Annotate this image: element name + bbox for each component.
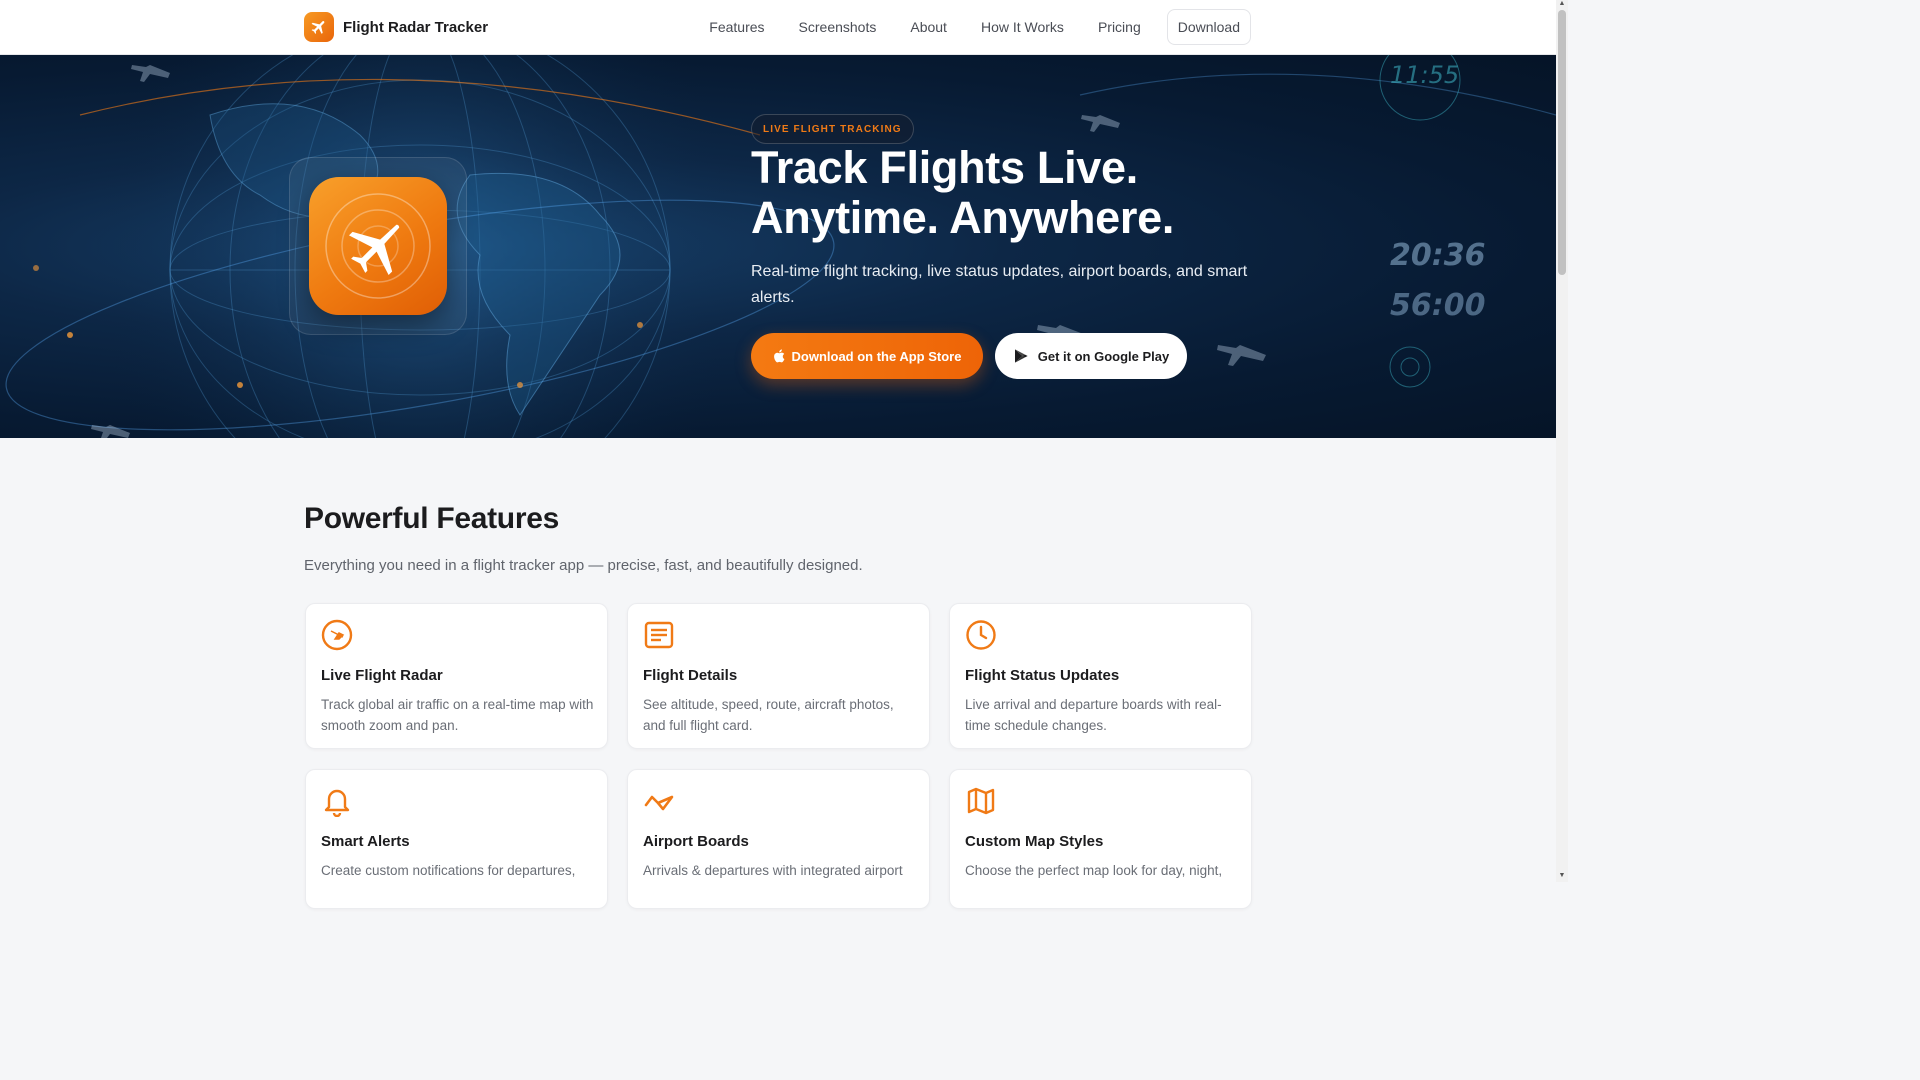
brand-name: Flight Radar Tracker <box>343 18 489 36</box>
radar-plane-icon <box>325 193 431 299</box>
nav-about[interactable]: About <box>893 10 964 44</box>
brand[interactable]: Flight Radar Tracker <box>304 12 488 42</box>
feature-card-live-radar: Live Flight Radar Track global air traff… <box>305 603 608 749</box>
app-icon <box>309 177 447 315</box>
scroll-down-arrow-icon[interactable]: ▼ <box>1558 872 1566 880</box>
feature-card-map-styles: Custom Map Styles Choose the perfect map… <box>949 769 1252 909</box>
apple-icon <box>773 349 784 363</box>
nav-features[interactable]: Features <box>692 10 781 44</box>
nav-pricing[interactable]: Pricing <box>1081 10 1158 44</box>
hero-badge: LIVE FLIGHT TRACKING <box>751 114 914 144</box>
hero-subtitle: Real-time flight tracking, live status u… <box>751 263 1248 306</box>
feature-title: Flight Status Updates <box>965 667 1120 684</box>
feature-card-smart-alerts: Smart Alerts Create custom notifications… <box>305 769 608 909</box>
scroll-up-arrow-icon[interactable]: ▲ <box>1558 0 1566 8</box>
feature-description: See altitude, speed, route, aircraft pho… <box>643 697 894 733</box>
features-title: Powerful Features <box>304 502 559 535</box>
hero-section: 11:55 20:36 56:00 LIVE FLIGHT TRACKING T… <box>0 55 1556 438</box>
document-icon <box>644 621 674 649</box>
nav-how-it-works[interactable]: How It Works <box>964 10 1081 44</box>
feature-card-airport-boards: Airport Boards Arrivals & departures wit… <box>627 769 930 909</box>
brand-plane-icon <box>304 12 334 42</box>
radar-icon <box>321 619 353 651</box>
bell-icon <box>324 789 350 817</box>
hero-title-line-2: Anytime. Anywhere. <box>751 192 1175 243</box>
feature-description: Create custom notifications for departur… <box>321 863 576 878</box>
main-nav: Features Screenshots About How It Works … <box>692 9 1251 45</box>
hero-globe-background: 11:55 20:36 56:00 <box>5 55 1556 438</box>
nav-screenshots[interactable]: Screenshots <box>782 10 894 44</box>
feature-title: Flight Details <box>643 667 738 684</box>
google-play-label: Get it on Google Play <box>1037 348 1170 364</box>
google-play-icon <box>1014 349 1028 363</box>
page-scrollbar[interactable]: ▲ ▼ <box>1556 0 1568 882</box>
map-icon <box>967 787 995 815</box>
scrollbar-thumb[interactable] <box>1558 10 1566 275</box>
feature-card-status-updates: Flight Status Updates Live arrival and d… <box>949 603 1252 749</box>
feature-description: Arrivals & departures with integrated ai… <box>643 863 903 878</box>
hero-title-line-1: Track Flights Live. <box>751 142 1138 193</box>
site-header: Flight Radar Tracker Features Screenshot… <box>0 0 1556 55</box>
feature-title: Custom Map Styles <box>965 833 1104 850</box>
feature-title: Smart Alerts <box>321 833 410 850</box>
hud-time-1: 11:55 <box>1390 61 1459 89</box>
feature-description: Live arrival and departure boards with r… <box>965 697 1222 733</box>
google-play-button[interactable]: Get it on Google Play <box>995 333 1187 379</box>
clock-icon <box>966 620 996 650</box>
feature-title: Airport Boards <box>643 833 749 850</box>
feature-description: Choose the perfect map look for day, nig… <box>965 863 1223 878</box>
hud-time-2: 20:36 <box>1390 238 1486 273</box>
feature-description: Track global air traffic on a real-time … <box>321 697 594 733</box>
feature-card-flight-details: Flight Details See altitude, speed, rout… <box>627 603 930 749</box>
app-store-label: Download on the App Store <box>791 348 962 364</box>
app-store-button[interactable]: Download on the App Store <box>751 333 983 379</box>
plane-icon <box>644 795 674 811</box>
feature-title: Live Flight Radar <box>321 667 443 684</box>
hero-title: Track Flights Live. Anytime. Anywhere. <box>751 143 1311 243</box>
nav-download-button[interactable]: Download <box>1166 9 1251 45</box>
features-subtitle: Everything you need in a flight tracker … <box>304 557 863 574</box>
hud-time-3: 56:00 <box>1390 288 1486 323</box>
